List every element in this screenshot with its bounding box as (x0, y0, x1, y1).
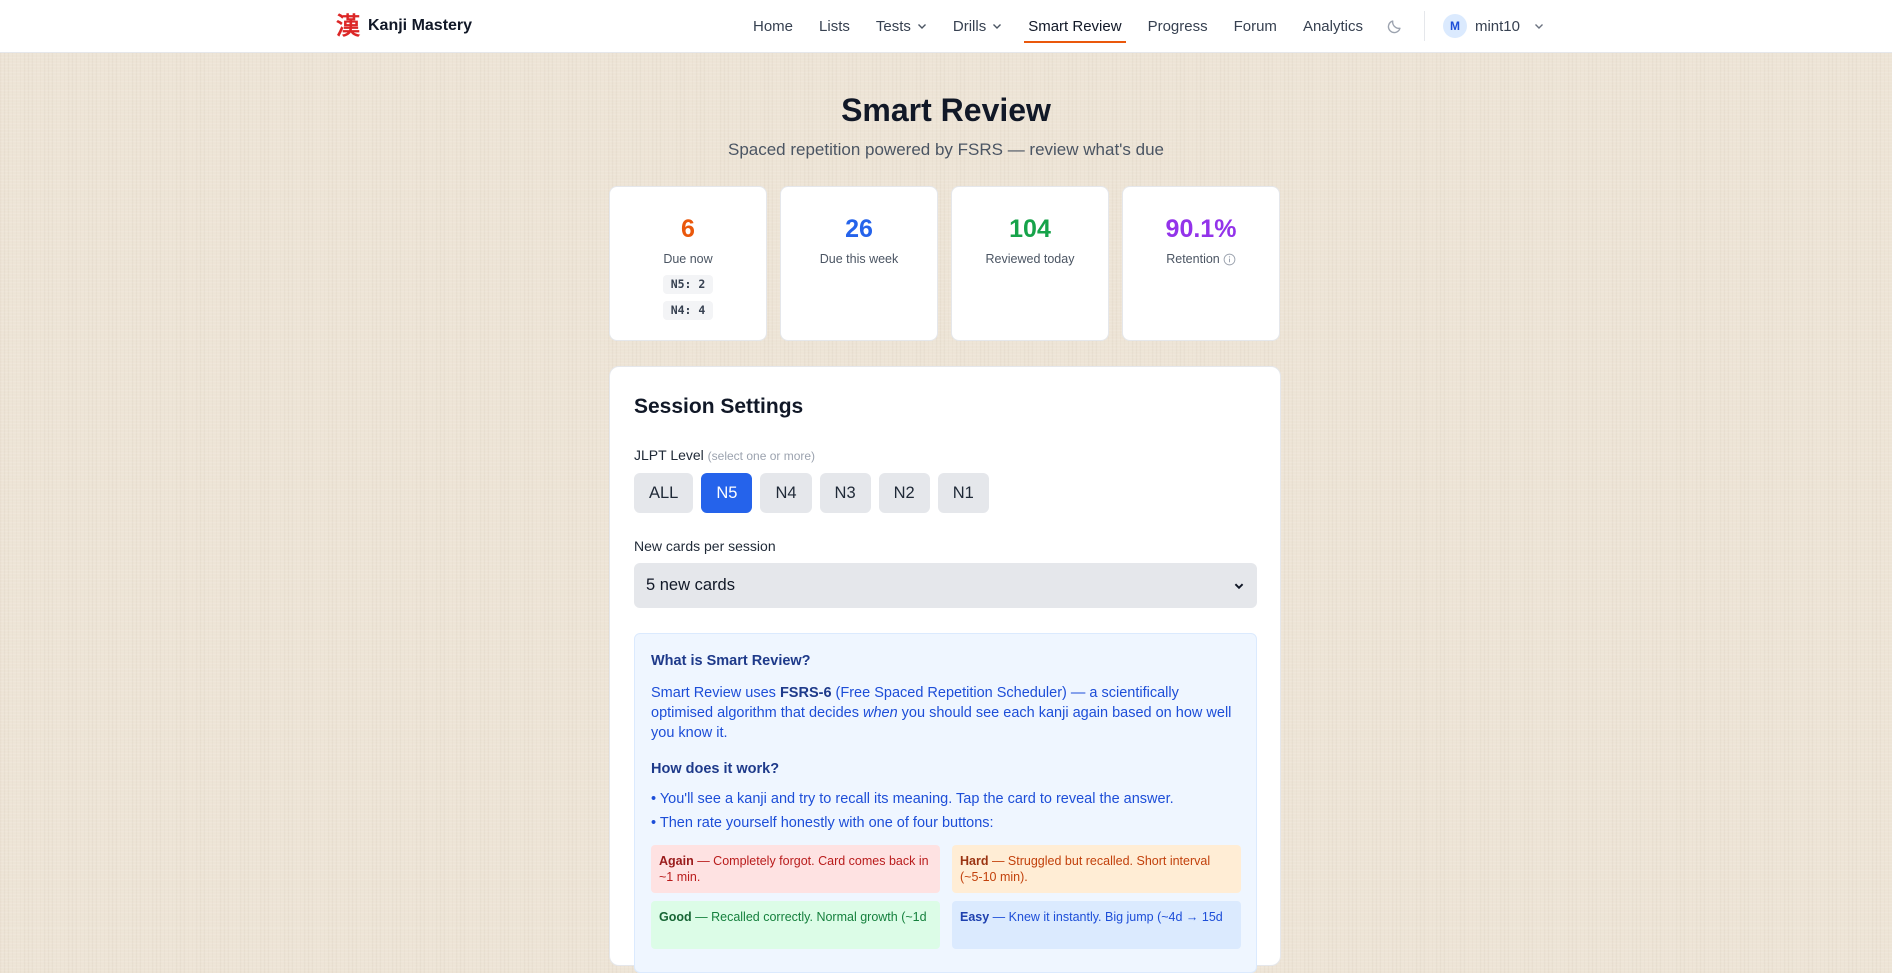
level-button-n2[interactable]: N2 (878, 473, 930, 513)
smart-review-info-box: What is Smart Review? Smart Review uses … (634, 633, 1257, 973)
nav-divider (1423, 11, 1425, 41)
top-navbar: 漢 Kanji Mastery Home Lists Tests Drills … (0, 0, 1892, 53)
rating-desc: — Knew it instantly. Big jump (~4d → 15d (989, 910, 1223, 924)
info-text-bold: FSRS-6 (779, 685, 832, 701)
rating-easy-card: Easy — Knew it instantly. Big jump (~4d … (952, 901, 1241, 949)
nav-link-progress[interactable]: Progress (1135, 0, 1221, 52)
nav-link-home[interactable]: Home (740, 0, 806, 52)
info-text-emphasis: when (862, 705, 898, 721)
level-button-all[interactable]: ALL (634, 473, 694, 513)
page-subtitle: Spaced repetition powered by FSRS — revi… (727, 140, 1165, 159)
chevron-down-icon (1535, 24, 1543, 29)
stat-value: 104 (1009, 215, 1051, 243)
nav-link-smart-review[interactable]: Smart Review (1015, 0, 1134, 52)
chevron-down-icon (1234, 583, 1244, 589)
level-breakdown-badge: N4: 4 (662, 301, 714, 320)
stat-value: 90.1% (1165, 215, 1237, 243)
jlpt-level-label-text: JLPT Level (634, 447, 704, 463)
kanji-logo-icon: 漢 (336, 11, 360, 40)
jlpt-level-hint: (select one or more) (707, 449, 816, 463)
nav-link-label: Tests (875, 17, 911, 35)
info-heading: How does it work? (651, 761, 780, 777)
stat-value: 6 (681, 215, 695, 243)
nav-link-label: Lists (819, 17, 850, 35)
user-menu[interactable]: M mint10 (1442, 14, 1544, 38)
session-settings-card: Session Settings JLPT Level (select one … (609, 366, 1281, 973)
level-button-n1[interactable]: N1 (937, 473, 989, 513)
section-title: Session Settings (634, 395, 804, 418)
page-title: Smart Review (841, 92, 1051, 128)
avatar: M (1442, 14, 1467, 38)
brand[interactable]: 漢 Kanji Mastery (336, 12, 472, 40)
info-text: Smart Review uses (651, 685, 780, 701)
stat-label-text: Due now (663, 252, 713, 266)
stat-card-due-now: 6 Due now N5: 2 N4: 4 (609, 186, 767, 341)
stat-label: Reviewed today (986, 252, 1075, 266)
info-heading: What is Smart Review? (651, 653, 811, 669)
level-button-n4[interactable]: N4 (760, 473, 812, 513)
brand-name: Kanji Mastery (368, 17, 473, 34)
stat-card-due-week: 26 Due this week (780, 186, 938, 341)
stat-label: Due this week (820, 252, 899, 266)
info-paragraph: Smart Review uses FSRS-6 (Free Spaced Re… (651, 683, 1241, 743)
rating-name: Again (659, 854, 694, 868)
nav-link-label: Drills (952, 17, 987, 35)
stats-row: 6 Due now N5: 2 N4: 4 26 Due this week 1… (609, 186, 1280, 341)
stat-label: Retention (1166, 252, 1236, 266)
nav-link-tests[interactable]: Tests (863, 0, 940, 52)
nav-link-label: Forum (1233, 17, 1277, 35)
nav-link-label: Analytics (1302, 17, 1363, 35)
new-cards-label: New cards per session (634, 538, 776, 554)
username: mint10 (1474, 17, 1520, 35)
chevron-down-icon (917, 24, 926, 29)
stat-label-text: Reviewed today (985, 252, 1075, 266)
new-cards-selected-value: 5 new cards (646, 576, 735, 594)
stat-value: 26 (845, 215, 873, 243)
new-cards-select[interactable]: 5 new cards (634, 563, 1257, 608)
rating-name: Easy (960, 910, 990, 924)
rating-legend: Again — Completely forgot. Card comes ba… (651, 845, 1241, 949)
rating-name: Hard (960, 854, 989, 868)
stat-label-text: Due this week (819, 252, 899, 266)
rating-name: Good (659, 910, 692, 924)
chevron-down-icon (993, 24, 1002, 29)
stat-card-reviewed-today: 104 Reviewed today (951, 186, 1109, 341)
info-bullet: • Then rate yourself honestly with one o… (651, 815, 994, 831)
jlpt-level-label: JLPT Level (select one or more) (634, 447, 815, 463)
stat-label: Due now (663, 252, 712, 266)
nav-link-analytics[interactable]: Analytics (1290, 0, 1376, 52)
level-button-n3[interactable]: N3 (819, 473, 871, 513)
rating-hard-card: Hard — Struggled but recalled. Short int… (952, 845, 1241, 893)
nav-link-label: Smart Review (1028, 17, 1122, 35)
rating-desc: — Completely forgot. Card comes back in … (659, 854, 929, 884)
rating-again-card: Again — Completely forgot. Card comes ba… (651, 845, 940, 893)
level-breakdown-badge: N5: 2 (662, 275, 714, 294)
nav-link-drills[interactable]: Drills (940, 0, 1015, 52)
nav-link-forum[interactable]: Forum (1221, 0, 1290, 52)
nav-link-label: Home (753, 17, 794, 35)
stat-label-text: Retention (1166, 252, 1220, 266)
moon-icon[interactable] (1386, 17, 1404, 35)
level-button-n5[interactable]: N5 (701, 473, 753, 513)
info-bullet: • You'll see a kanji and try to recall i… (651, 791, 1174, 807)
stat-card-retention: 90.1% Retention (1122, 186, 1280, 341)
nav-link-label: Progress (1147, 17, 1208, 35)
rating-good-card: Good — Recalled correctly. Normal growth… (651, 901, 940, 949)
nav-links: Home Lists Tests Drills Smart Review Pro… (740, 0, 1544, 52)
jlpt-level-selector: ALL N5 N4 N3 N2 N1 (634, 473, 989, 513)
rating-desc: — Struggled but recalled. Short interval… (960, 854, 1211, 884)
nav-link-lists[interactable]: Lists (806, 0, 863, 52)
rating-desc: — Recalled correctly. Normal growth (~1d (691, 910, 927, 924)
info-icon[interactable] (1223, 253, 1236, 266)
